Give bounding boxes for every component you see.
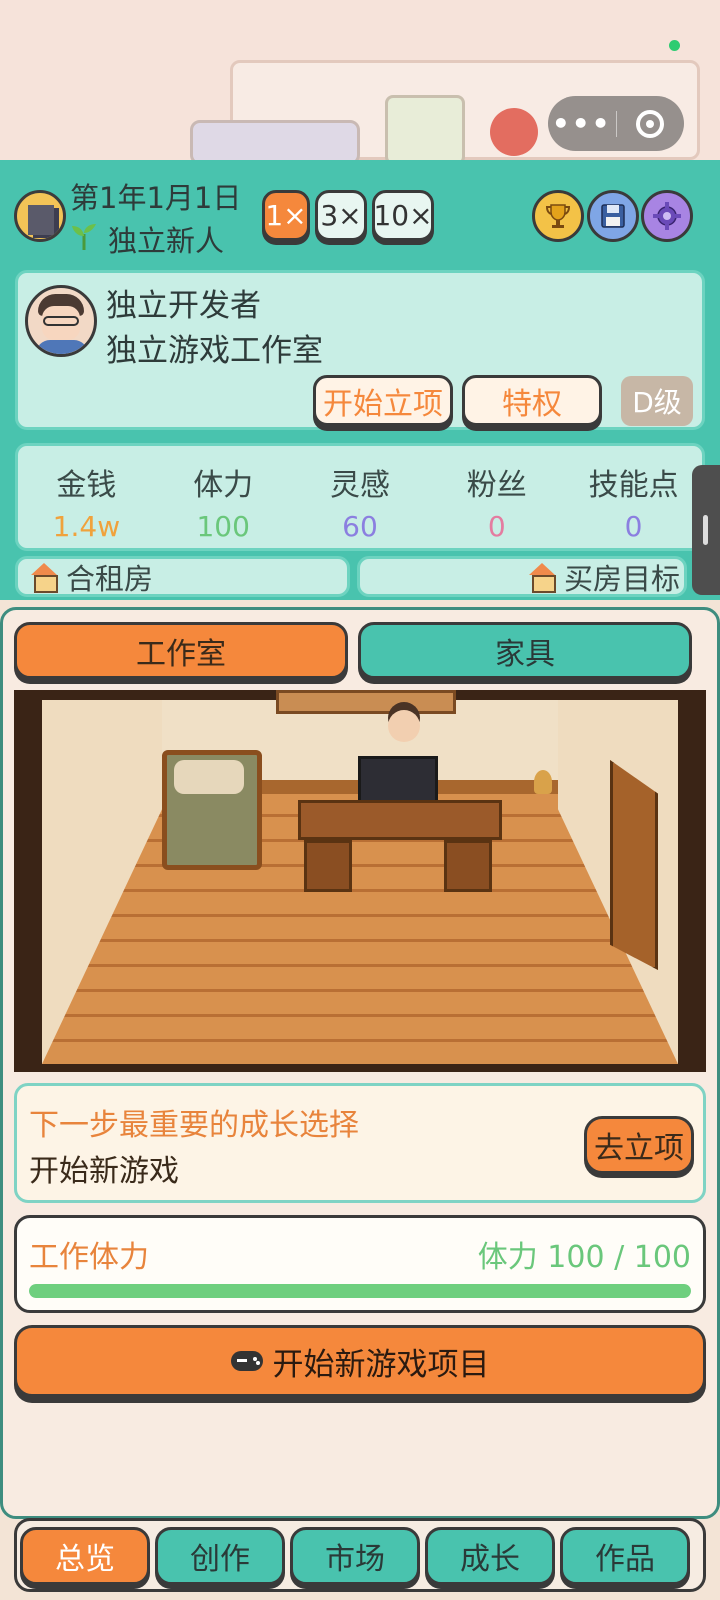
- player-avatar[interactable]: [25, 285, 97, 357]
- more-menu-button[interactable]: •••: [548, 109, 616, 137]
- lamp-furniture: [534, 770, 552, 794]
- stamina-progress-fill: [29, 1284, 691, 1298]
- close-miniprogram-button[interactable]: [617, 109, 685, 138]
- floppy-disk-icon: [601, 204, 625, 228]
- current-housing-label: 合租房: [66, 561, 154, 596]
- game-date: 第1年1月1日: [70, 181, 242, 215]
- recording-indicator: [669, 40, 680, 51]
- console-illustration: [190, 120, 360, 165]
- stat-label: 技能点: [588, 468, 679, 503]
- resource-stats: 金钱 1.4w 体力 100 灵感 60 粉丝 0 技能点 0: [15, 443, 705, 551]
- gear-icon: [653, 202, 681, 230]
- developer-character: [388, 710, 420, 742]
- nav-create[interactable]: 创作: [155, 1527, 285, 1585]
- speed-10x-button[interactable]: 10×: [372, 190, 434, 241]
- nav-growth[interactable]: 成长: [425, 1527, 555, 1585]
- stat-skill-points: 技能点 0: [565, 446, 702, 548]
- nav-overview[interactable]: 总览: [20, 1527, 150, 1585]
- gamepad-icon: [230, 1351, 263, 1371]
- stamina-label: 工作体力: [29, 1240, 149, 1275]
- pillow: [174, 760, 244, 794]
- character-figure-illustration: [490, 108, 538, 156]
- house-icon: [528, 562, 556, 593]
- desk-drawers: [444, 840, 492, 892]
- miniprogram-capsule: •••: [548, 96, 684, 151]
- stamina-progress-track: [29, 1284, 691, 1298]
- stat-fans: 粉丝 0: [428, 446, 565, 548]
- stat-label: 体力: [193, 468, 254, 503]
- growth-suggestion: 开始新游戏: [29, 1154, 179, 1189]
- current-housing[interactable]: 合租房: [15, 556, 350, 597]
- house-icon: [30, 562, 58, 593]
- window: [276, 690, 456, 714]
- avatar-glasses: [43, 316, 79, 326]
- desk-left-cabinet: [304, 840, 352, 892]
- desk-furniture[interactable]: [298, 800, 502, 840]
- start-project-button[interactable]: 开始立项: [313, 375, 453, 426]
- stat-value: 100: [196, 510, 250, 543]
- trophy-button[interactable]: [532, 190, 584, 242]
- privilege-button[interactable]: 特权: [462, 375, 602, 426]
- nav-market[interactable]: 市场: [290, 1527, 420, 1585]
- stat-inspiration: 灵感 60: [292, 446, 429, 548]
- speed-1x-button[interactable]: 1×: [262, 190, 310, 241]
- sprout-icon: [70, 220, 98, 256]
- side-drawer-handle[interactable]: [692, 465, 720, 595]
- stat-label: 灵感: [329, 468, 390, 503]
- studio-name: 独立游戏工作室: [106, 333, 323, 369]
- start-new-game-project-button[interactable]: 开始新游戏项目: [14, 1325, 706, 1397]
- stat-stamina: 体力 100: [155, 446, 292, 548]
- studio-grade-badge: D级: [621, 376, 693, 426]
- speed-3x-button[interactable]: 3×: [315, 190, 367, 241]
- stat-label: 粉丝: [466, 468, 527, 503]
- stat-value: 60: [342, 510, 378, 543]
- trophy-icon: [545, 204, 571, 228]
- start-button-label: 开始新游戏项目: [272, 1346, 490, 1383]
- stat-label: 金钱: [56, 468, 117, 503]
- tab-studio[interactable]: 工作室: [14, 622, 348, 679]
- player-rank: 独立新人: [108, 224, 225, 258]
- city-icon[interactable]: [14, 190, 66, 242]
- studio-room-scene: [14, 690, 706, 1072]
- housing-goal-label: 买房目标: [563, 561, 680, 596]
- stat-value: 0: [487, 510, 506, 543]
- save-button[interactable]: [587, 190, 639, 242]
- stat-value: 1.4w: [52, 510, 121, 543]
- go-start-project-button[interactable]: 去立项: [584, 1116, 694, 1174]
- work-stamina-card: 工作体力 体力 100 / 100: [14, 1215, 706, 1313]
- growth-title: 下一步最重要的成长选择: [29, 1108, 359, 1143]
- stat-money: 金钱 1.4w: [18, 446, 155, 548]
- door: [610, 760, 658, 970]
- stat-value: 0: [624, 510, 643, 543]
- building-shape: [28, 205, 54, 235]
- tab-furniture[interactable]: 家具: [358, 622, 692, 679]
- target-icon: [636, 109, 665, 138]
- nav-works[interactable]: 作品: [560, 1527, 690, 1585]
- housing-goal[interactable]: 买房目标: [357, 556, 687, 597]
- stamina-value: 体力 100 / 100: [477, 1240, 691, 1275]
- handheld-illustration: [385, 95, 465, 165]
- player-name: 独立开发者: [106, 288, 261, 324]
- computer-monitor[interactable]: [358, 756, 438, 806]
- settings-button[interactable]: [641, 190, 693, 242]
